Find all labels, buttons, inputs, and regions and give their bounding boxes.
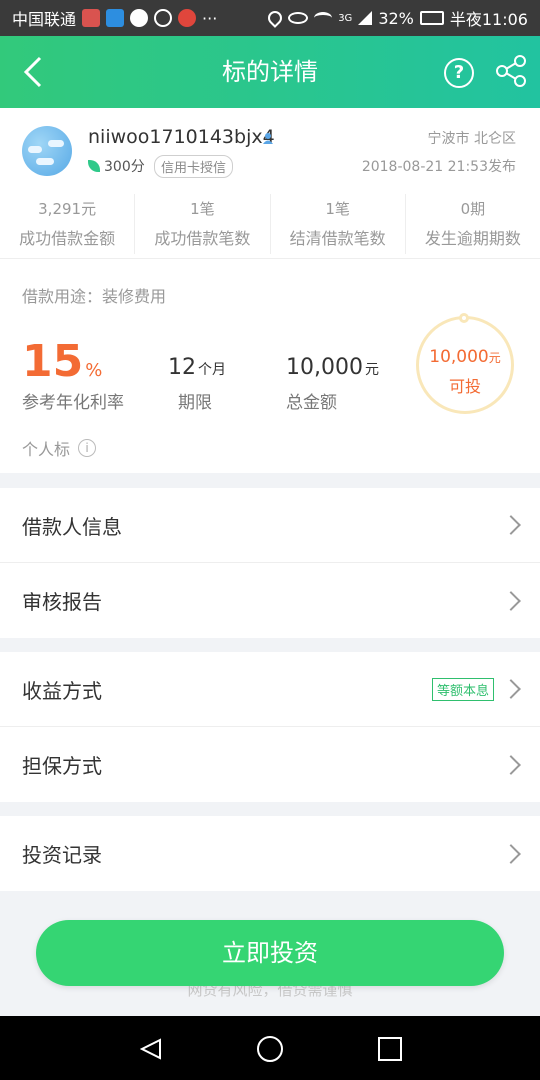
wifi-icon bbox=[314, 12, 333, 24]
chevron-right-icon bbox=[501, 590, 521, 611]
borrower-location: 宁波市 北仑区 bbox=[427, 131, 516, 147]
term-value: 12 bbox=[168, 355, 196, 380]
app-header: 标的详情 ? bbox=[0, 36, 540, 108]
wechat-icon bbox=[130, 9, 149, 27]
missed-call-icon bbox=[154, 9, 173, 27]
amount-label: 总金额 bbox=[286, 393, 337, 413]
publish-time: 2018-08-21 21:53发布 bbox=[361, 159, 516, 175]
row-label: 担保方式 bbox=[22, 754, 102, 778]
battery-percentage: 32% bbox=[378, 8, 414, 28]
row-label: 投资记录 bbox=[22, 843, 102, 867]
nav-recents-icon[interactable] bbox=[378, 1037, 402, 1061]
loan-purpose: 借款用途：装修费用 bbox=[22, 287, 167, 306]
chevron-right-icon bbox=[501, 515, 521, 535]
available-status: 可投 bbox=[448, 377, 481, 396]
clock: 半夜11:06 bbox=[449, 10, 528, 29]
leaf-icon bbox=[88, 160, 100, 172]
stat-value: 1笔 bbox=[325, 200, 350, 218]
stat-value: 0期 bbox=[460, 200, 486, 218]
stat-label: 发生逾期期数 bbox=[424, 229, 521, 248]
eye-icon bbox=[288, 12, 309, 24]
amount-unit: 元 bbox=[364, 362, 379, 378]
invest-now-button[interactable]: 立即投资 bbox=[36, 920, 504, 986]
battery-icon bbox=[419, 11, 444, 25]
credit-score: 300分 bbox=[88, 156, 145, 176]
system-nav-bar bbox=[0, 1016, 540, 1080]
terms-section: 收益方式 等额本息 担保方式 bbox=[0, 652, 540, 802]
stat-value: 3,291元 bbox=[38, 200, 97, 218]
location-icon bbox=[265, 8, 286, 28]
available-value: 10,000 bbox=[429, 347, 489, 367]
credit-score-value: 300分 bbox=[104, 159, 145, 175]
video-icon bbox=[178, 9, 197, 27]
status-bar: 中国联通 ··· 3G 32% 半夜11:06 bbox=[0, 0, 540, 36]
signal-icon bbox=[358, 11, 373, 25]
nav-back-icon[interactable] bbox=[140, 1038, 162, 1060]
more-notifications-icon: ··· bbox=[202, 8, 218, 28]
audit-report-row[interactable]: 审核报告 bbox=[0, 563, 540, 638]
loan-amount: 10,000 元 bbox=[286, 355, 379, 380]
investment-records-row[interactable]: 投资记录 bbox=[0, 816, 540, 891]
info-section: 借款人信息 审核报告 bbox=[0, 488, 540, 638]
stat-value: 1笔 bbox=[190, 200, 215, 218]
stat-label: 成功借款金额 bbox=[19, 229, 116, 248]
stat-item: 3,291元 成功借款金额 bbox=[0, 194, 136, 254]
divider bbox=[0, 258, 540, 259]
carrier-label: 中国联通 bbox=[12, 10, 77, 29]
stat-label: 成功借款笔数 bbox=[154, 229, 251, 248]
share-icon[interactable] bbox=[494, 54, 528, 88]
rate-unit: % bbox=[85, 360, 103, 381]
ring-knob bbox=[459, 313, 469, 323]
app-notification-icon bbox=[82, 9, 101, 27]
loan-term: 12 个月 bbox=[168, 355, 226, 380]
repayment-tag: 等额本息 bbox=[431, 677, 494, 701]
loan-summary-card: niiwoo1710143bjx4 300分 信用卡授信 宁波市 北仑区 201… bbox=[0, 108, 540, 473]
credit-tag: 信用卡授信 bbox=[154, 155, 234, 178]
term-unit: 个月 bbox=[198, 362, 226, 378]
borrower-stats: 3,291元 成功借款金额 1笔 成功借款笔数 1笔 结清借款笔数 0期 发生逾… bbox=[0, 194, 540, 254]
loan-type: 个人标 i bbox=[22, 436, 97, 460]
rate-label: 参考年化利率 bbox=[22, 393, 124, 413]
network-type: 3G bbox=[338, 12, 353, 24]
stat-item: 0期 发生逾期期数 bbox=[406, 194, 540, 254]
stat-item: 1笔 成功借款笔数 bbox=[135, 194, 271, 254]
stat-label: 结清借款笔数 bbox=[289, 229, 386, 248]
borrower-username: niiwoo1710143bjx4 bbox=[88, 126, 275, 148]
loan-type-label: 个人标 bbox=[22, 440, 71, 459]
available-unit: 元 bbox=[488, 351, 501, 365]
nav-home-icon[interactable] bbox=[257, 1036, 283, 1062]
guarantee-method-row[interactable]: 担保方式 bbox=[0, 727, 540, 802]
return-method-row[interactable]: 收益方式 等额本息 bbox=[0, 652, 540, 727]
row-label: 借款人信息 bbox=[22, 514, 122, 539]
info-icon[interactable]: i bbox=[78, 439, 97, 457]
user-icon bbox=[263, 133, 273, 144]
records-section: 投资记录 bbox=[0, 816, 540, 891]
interest-rate: 15% bbox=[22, 336, 102, 387]
amount-value: 10,000 bbox=[286, 355, 363, 380]
question-icon[interactable]: ? bbox=[444, 58, 474, 88]
row-label: 审核报告 bbox=[22, 590, 102, 614]
available-amount-ring: 10,000元 可投 bbox=[416, 313, 514, 414]
chevron-right-icon bbox=[501, 679, 521, 699]
chevron-right-icon bbox=[501, 843, 521, 864]
row-label: 收益方式 bbox=[22, 678, 102, 703]
borrower-info-row[interactable]: 借款人信息 bbox=[0, 488, 540, 563]
avatar[interactable] bbox=[22, 126, 72, 176]
chevron-right-icon bbox=[501, 754, 521, 775]
shield-notification-icon bbox=[106, 9, 125, 27]
stat-item: 1笔 结清借款笔数 bbox=[271, 194, 406, 254]
rate-value: 15 bbox=[22, 336, 84, 387]
available-amount: 10,000元 bbox=[419, 347, 511, 367]
term-label: 期限 bbox=[178, 393, 212, 413]
